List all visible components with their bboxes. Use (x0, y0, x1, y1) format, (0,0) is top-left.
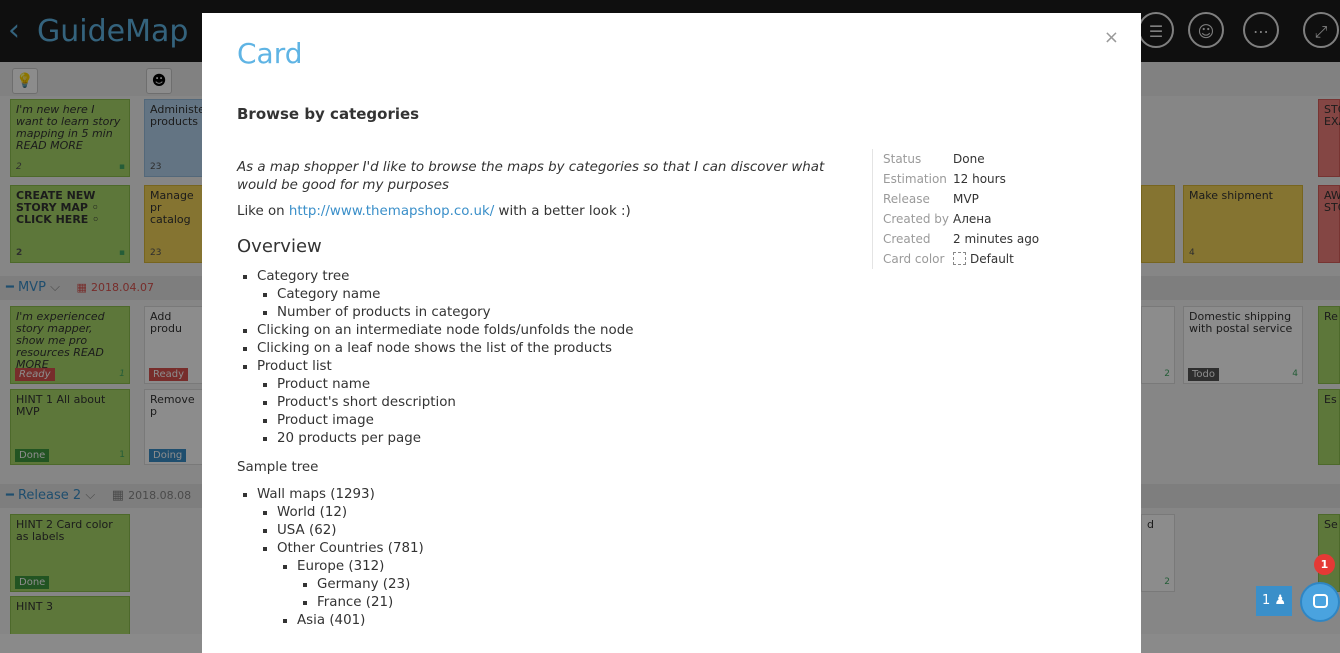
list-item: Clicking on a leaf node shows the list o… (257, 340, 862, 358)
reference-line: Like on http://www.themapshop.co.uk/ wit… (237, 203, 862, 221)
list-item: Product's short description (277, 394, 862, 412)
card-dialog: × Card Browse by categories As a map sho… (202, 13, 1141, 653)
list-item: France (21) (317, 594, 862, 612)
sample-tree-heading: Sample tree (237, 460, 319, 475)
user-story: As a map shopper I'd like to browse the … (237, 160, 825, 193)
status-value[interactable]: Done (953, 149, 985, 169)
release-value[interactable]: MVP (953, 189, 979, 209)
created-value: 2 minutes ago (953, 232, 1040, 246)
created-label: Created (883, 232, 931, 246)
release-row[interactable]: Release MVP (883, 189, 1113, 209)
created-row: Created 2 minutes ago (883, 229, 1113, 249)
list-item: 20 products per page (277, 430, 862, 448)
reference-link[interactable]: http://www.themapshop.co.uk/ (289, 204, 494, 219)
list-item: Category name (277, 286, 862, 304)
overview-list: Category tree Category name Number of pr… (237, 268, 862, 448)
list-item: Product image (277, 412, 862, 430)
list-item: Category tree Category name Number of pr… (257, 268, 862, 322)
reference-suffix: with a better look :) (494, 204, 631, 219)
created-by-row: Created by Алена (883, 209, 1113, 229)
online-users-counter[interactable]: 1 ♟ (1256, 586, 1292, 616)
list-item: Number of products in category (277, 304, 862, 322)
close-icon[interactable]: × (1104, 27, 1119, 48)
status-row[interactable]: Status Done (883, 149, 1113, 169)
card-description[interactable]: As a map shopper I'd like to browse the … (237, 159, 862, 630)
list-item: USA (62) (277, 522, 862, 540)
overview-heading: Overview (237, 236, 322, 257)
chat-icon (1313, 594, 1328, 608)
status-label: Status (883, 152, 922, 166)
list-item: Wall maps (1293) World (12) USA (62) Oth… (257, 486, 862, 630)
list-item-text: Product list (257, 359, 332, 374)
list-item: Product name (277, 376, 862, 394)
created-by-label: Created by (883, 212, 950, 226)
card-color-label: Card color (883, 252, 945, 266)
reference-prefix: Like on (237, 204, 289, 219)
list-item: World (12) (277, 504, 862, 522)
card-color-row[interactable]: Card color Default (883, 249, 1113, 269)
estimation-value[interactable]: 12 hours (953, 169, 1006, 189)
dialog-title: Card (237, 37, 303, 70)
list-item: Asia (401) (297, 612, 862, 630)
card-color-picker[interactable]: Default (953, 249, 1014, 269)
card-color-value: Default (970, 252, 1014, 266)
release-label: Release (883, 192, 930, 206)
list-item: Germany (23) (317, 576, 862, 594)
list-item-text: Wall maps (1293) (257, 487, 375, 502)
sample-tree-list: Wall maps (1293) World (12) USA (62) Oth… (237, 486, 862, 630)
estimation-label: Estimation (883, 172, 947, 186)
list-item: Clicking on an intermediate node folds/u… (257, 322, 862, 340)
color-swatch-icon[interactable] (953, 252, 966, 265)
list-item-text: Europe (312) (297, 559, 385, 574)
list-item: Europe (312) Germany (23) France (21) (297, 558, 862, 612)
list-item-text: Category tree (257, 269, 350, 284)
card-properties: Status Done Estimation 12 hours Release MVP… (872, 149, 1113, 269)
online-users-count: 1 (1261, 593, 1271, 608)
list-item: Other Countries (781) Europe (312) Germa… (277, 540, 862, 630)
created-by-value: Алена (953, 212, 992, 226)
list-item: Product list Product name Product's shor… (257, 358, 862, 448)
list-item-text: Other Countries (781) (277, 541, 424, 556)
user-icon: ♟ (1274, 593, 1287, 608)
notification-badge: 1 (1314, 554, 1335, 575)
card-name[interactable]: Browse by categories (237, 105, 419, 123)
estimation-row[interactable]: Estimation 12 hours (883, 169, 1113, 189)
chat-button[interactable] (1300, 582, 1340, 622)
